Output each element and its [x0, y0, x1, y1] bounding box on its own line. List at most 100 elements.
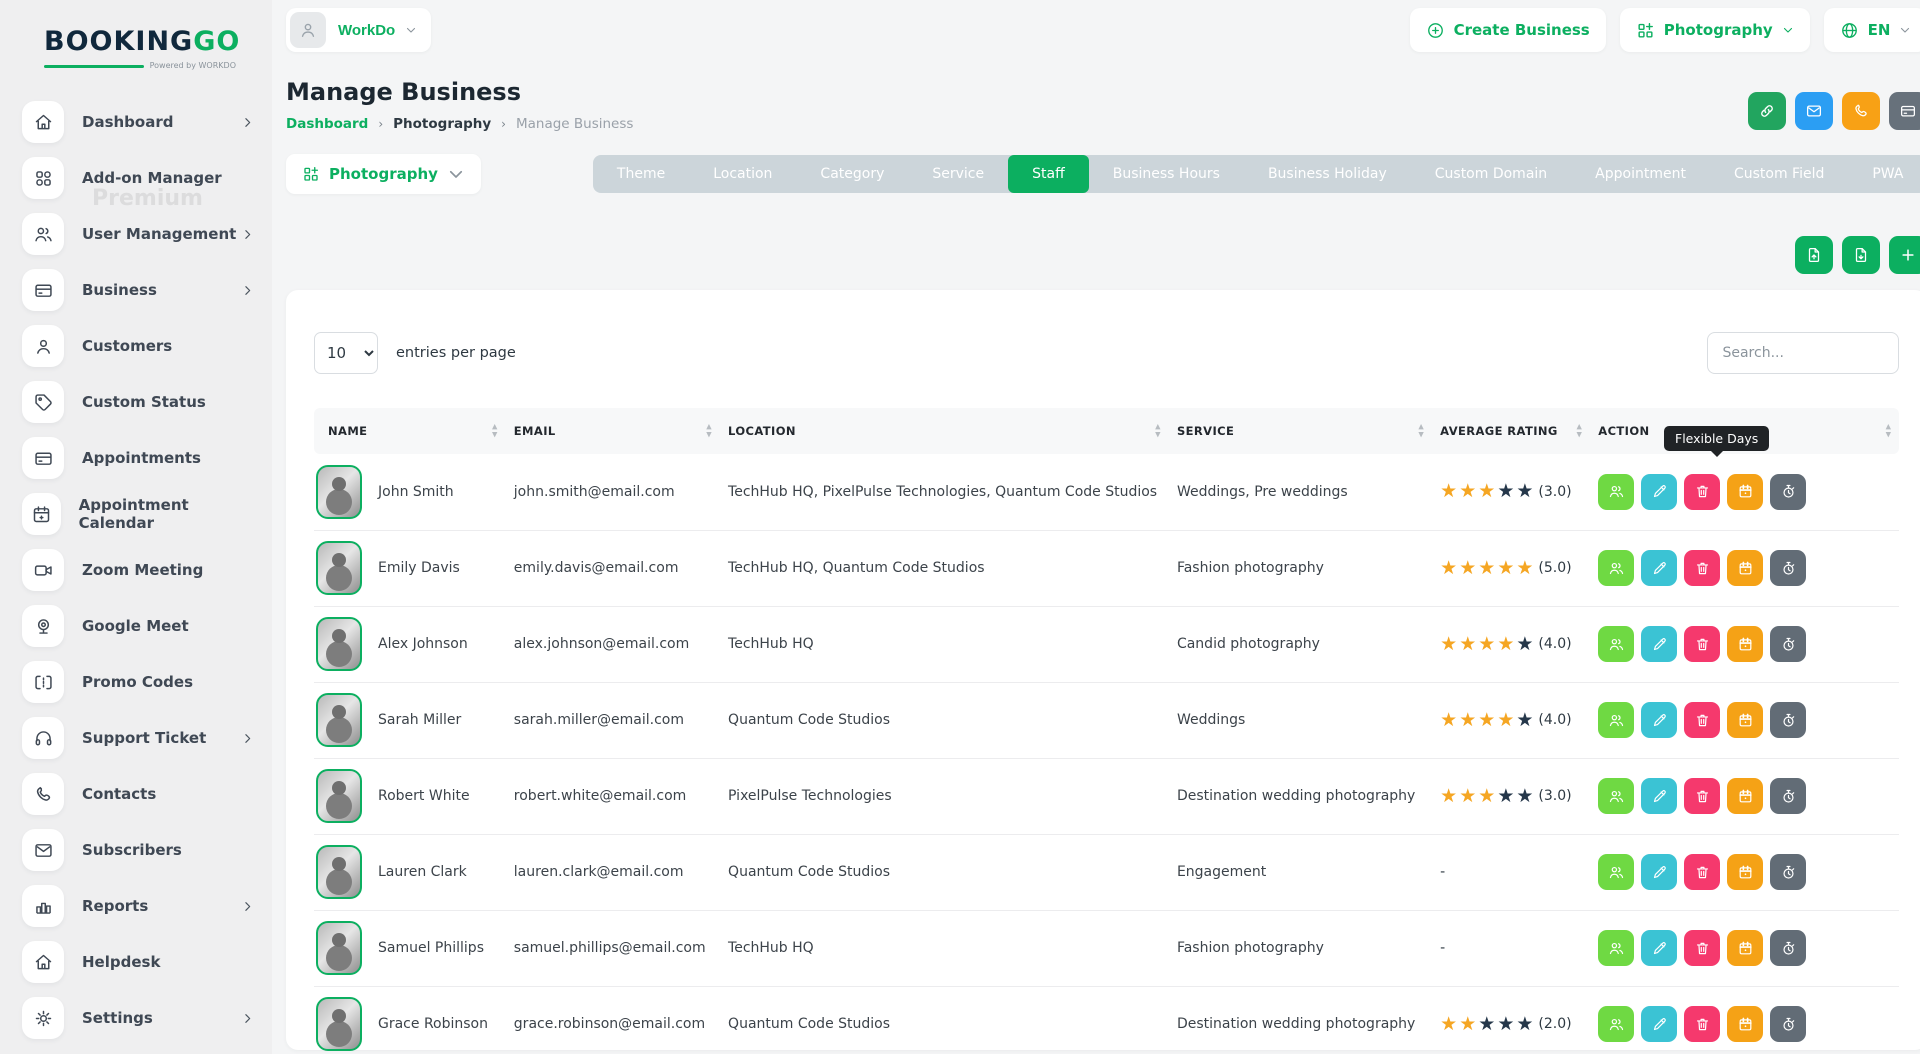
assign-users-button[interactable]	[1598, 854, 1634, 890]
delete-button[interactable]	[1684, 1006, 1720, 1042]
tab-category[interactable]: Category	[796, 155, 908, 193]
tab-appointment[interactable]: Appointment	[1571, 155, 1710, 193]
timer-button[interactable]	[1770, 626, 1806, 662]
delete-button[interactable]	[1684, 778, 1720, 814]
language-dropdown[interactable]: EN	[1824, 8, 1920, 52]
entries-per-page-select[interactable]: 10	[314, 332, 378, 374]
sidebar-item-customers[interactable]: Customers	[22, 324, 254, 368]
breadcrumb-photography[interactable]: Photography	[393, 116, 491, 132]
staff-name: Sarah Miller	[378, 712, 461, 728]
timer-button[interactable]	[1770, 1006, 1806, 1042]
delete-button[interactable]	[1684, 930, 1720, 966]
edit-button[interactable]	[1641, 930, 1677, 966]
sidebar-item-reports[interactable]: Reports	[22, 884, 254, 928]
tab-location[interactable]: Location	[689, 155, 796, 193]
timer-button[interactable]	[1770, 550, 1806, 586]
column-header-service[interactable]: SERVICE▲▼	[1169, 408, 1432, 454]
add-staff-button[interactable]	[1889, 236, 1920, 274]
sidebar-item-subscribers[interactable]: Subscribers	[22, 828, 254, 872]
delete-button[interactable]	[1684, 702, 1720, 738]
column-header-email[interactable]: EMAIL▲▼	[506, 408, 720, 454]
user-avatar-icon	[290, 12, 326, 48]
flexible-days-button[interactable]	[1727, 778, 1763, 814]
mail-button[interactable]	[1795, 92, 1833, 130]
delete-button[interactable]	[1684, 854, 1720, 890]
search-input[interactable]	[1707, 332, 1899, 374]
staff-email: sarah.miller@email.com	[506, 682, 720, 758]
timer-button[interactable]	[1770, 702, 1806, 738]
download-file-button[interactable]	[1842, 236, 1880, 274]
timer-button[interactable]	[1770, 854, 1806, 890]
tab-staff[interactable]: Staff	[1008, 155, 1089, 193]
delete-button[interactable]	[1684, 550, 1720, 586]
sidebar-item-business[interactable]: Business	[22, 268, 254, 312]
assign-users-button[interactable]	[1598, 930, 1634, 966]
flexible-days-button[interactable]	[1727, 474, 1763, 510]
staff-location: TechHub HQ	[720, 606, 1169, 682]
edit-button[interactable]	[1641, 626, 1677, 662]
sidebar-item-support-ticket[interactable]: Support Ticket	[22, 716, 254, 760]
assign-users-button[interactable]	[1598, 550, 1634, 586]
flexible-days-button[interactable]	[1727, 626, 1763, 662]
trash-icon	[1694, 636, 1711, 653]
edit-button[interactable]	[1641, 702, 1677, 738]
sidebar-item-custom-status[interactable]: Custom Status	[22, 380, 254, 424]
sidebar-item-contacts[interactable]: Contacts	[22, 772, 254, 816]
sidebar-item-appointments[interactable]: Appointments	[22, 436, 254, 480]
tab-business-holiday[interactable]: Business Holiday	[1244, 155, 1411, 193]
edit-button[interactable]	[1641, 854, 1677, 890]
tab-business-hours[interactable]: Business Hours	[1089, 155, 1244, 193]
edit-button[interactable]	[1641, 778, 1677, 814]
brand-underline	[44, 65, 144, 68]
tab-custom-domain[interactable]: Custom Domain	[1411, 155, 1571, 193]
breadcrumb-dashboard-link[interactable]: Dashboard	[286, 116, 368, 132]
sidebar-item-helpdesk[interactable]: Helpdesk	[22, 940, 254, 984]
workspace-selector[interactable]: WorkDo	[286, 8, 431, 52]
timer-button[interactable]	[1770, 930, 1806, 966]
trash-icon	[1694, 940, 1711, 957]
sidebar-item-settings[interactable]: Settings	[22, 996, 254, 1040]
flexible-days-button[interactable]	[1727, 550, 1763, 586]
business-dropdown[interactable]: Photography	[1620, 8, 1810, 52]
flexible-days-button[interactable]	[1727, 1006, 1763, 1042]
edit-button[interactable]	[1641, 550, 1677, 586]
phone-button[interactable]	[1842, 92, 1880, 130]
copy-link-button[interactable]	[1748, 92, 1786, 130]
sidebar-item-dashboard[interactable]: Dashboard	[22, 100, 254, 144]
flexible-days-button[interactable]	[1727, 930, 1763, 966]
sidebar-item-user-management[interactable]: User Management	[22, 212, 254, 256]
staff-avatar	[316, 921, 362, 975]
tab-theme[interactable]: Theme	[593, 155, 689, 193]
create-business-button[interactable]: Create Business	[1410, 8, 1606, 52]
flexible-days-button[interactable]	[1727, 702, 1763, 738]
export-file-button[interactable]	[1795, 236, 1833, 274]
timer-button[interactable]	[1770, 474, 1806, 510]
grid-icon	[22, 157, 64, 199]
assign-users-button[interactable]	[1598, 1006, 1634, 1042]
tab-service[interactable]: Service	[908, 155, 1008, 193]
delete-button[interactable]	[1684, 474, 1720, 510]
tab-custom-field[interactable]: Custom Field	[1710, 155, 1848, 193]
sidebar-item-appointment-calendar[interactable]: Appointment Calendar	[22, 492, 254, 536]
edit-button[interactable]	[1641, 474, 1677, 510]
flexible-days-button[interactable]	[1727, 854, 1763, 890]
timer-button[interactable]	[1770, 778, 1806, 814]
assign-users-button[interactable]	[1598, 626, 1634, 662]
column-header-location[interactable]: LOCATION▲▼	[720, 408, 1169, 454]
sidebar-item-promo-codes[interactable]: Promo Codes	[22, 660, 254, 704]
business-select[interactable]: Photography	[286, 154, 481, 194]
card-button[interactable]	[1889, 92, 1920, 130]
column-header-average-rating[interactable]: AVERAGE RATING▲▼	[1432, 408, 1590, 454]
staff-name: Emily Davis	[378, 560, 460, 576]
stopwatch-icon	[1780, 712, 1797, 729]
tab-pwa[interactable]: PWA	[1848, 155, 1920, 193]
edit-button[interactable]	[1641, 1006, 1677, 1042]
sidebar-item-zoom-meeting[interactable]: Zoom Meeting	[22, 548, 254, 592]
assign-users-button[interactable]	[1598, 474, 1634, 510]
sidebar-item-google-meet[interactable]: Google Meet	[22, 604, 254, 648]
assign-users-button[interactable]	[1598, 702, 1634, 738]
column-header-name[interactable]: NAME▲▼	[314, 408, 506, 454]
assign-users-button[interactable]	[1598, 778, 1634, 814]
delete-button[interactable]	[1684, 626, 1720, 662]
sidebar-item-addon-manager[interactable]: Add-on Manager Premium	[22, 156, 254, 200]
